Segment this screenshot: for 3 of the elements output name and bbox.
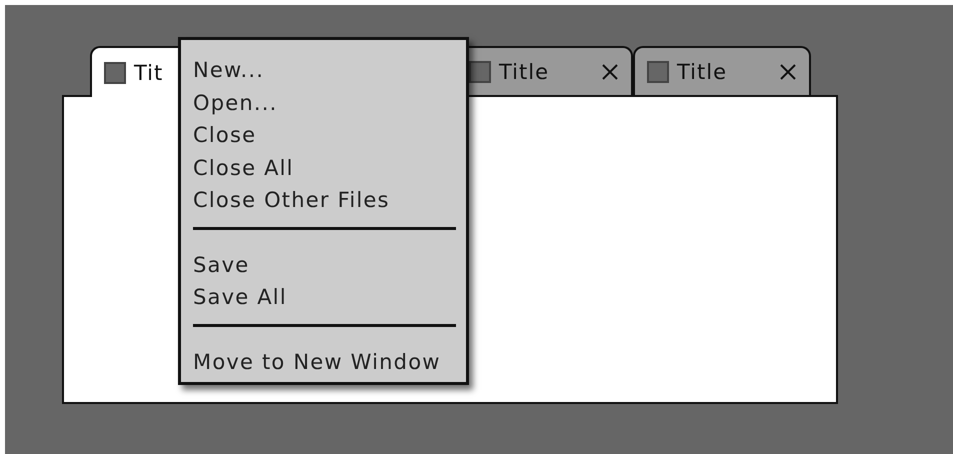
tab-title: Title <box>499 60 550 84</box>
tab-title: Title <box>677 60 728 84</box>
tab-title: Tit <box>134 60 164 84</box>
